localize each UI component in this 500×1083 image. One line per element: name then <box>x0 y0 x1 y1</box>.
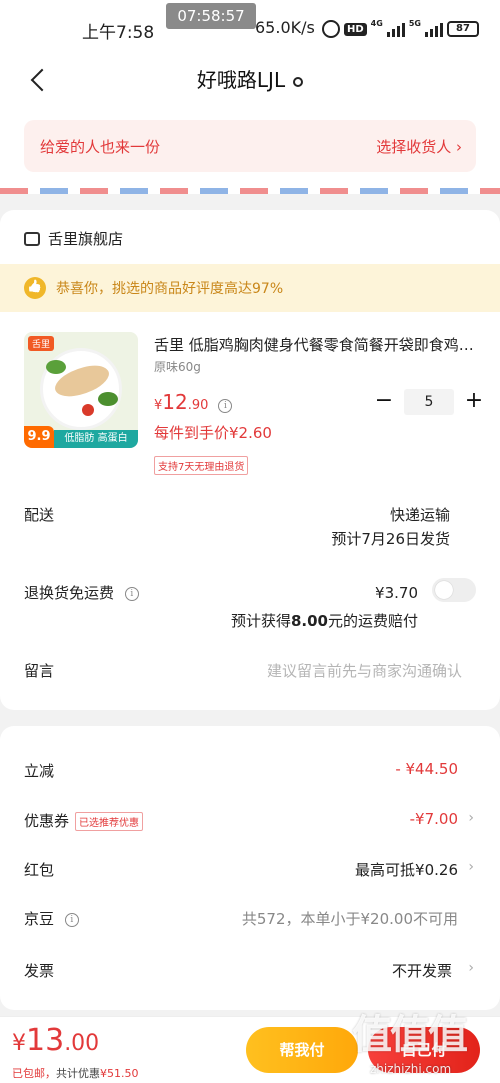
chevron-right-icon[interactable]: › <box>468 859 474 875</box>
coupon-value[interactable]: -¥7.00 <box>410 810 458 828</box>
address-name: 好哦路LJL <box>196 68 286 92</box>
self-pay-button[interactable]: 自己付 <box>368 1027 480 1073</box>
salad-leaf <box>46 360 66 374</box>
jd-bean-text: 京豆 <box>24 910 55 928</box>
unit-price: 每件到手价¥2.60 <box>154 424 272 442</box>
return-shipping-text: 退换货免运费 <box>24 584 115 602</box>
network-type-5g: 5G <box>408 19 421 28</box>
coupon-badge: 已选推荐优惠 <box>75 812 144 831</box>
gift-text: 给爱的人也来一份 <box>40 138 161 156</box>
return-shipping-label: 退换货免运费 i <box>24 582 139 603</box>
hd-icon: HD <box>344 22 367 36</box>
saved-value: ¥51.50 <box>100 1067 139 1080</box>
plus-button[interactable]: + <box>462 388 486 416</box>
help-pay-button[interactable]: 帮我付 <box>246 1027 358 1073</box>
praise-text: 恭喜你，挑选的商品好评度高达97% <box>56 281 284 297</box>
info-icon[interactable]: i <box>124 586 139 601</box>
price-decimal: .90 <box>187 398 209 413</box>
address-title[interactable]: 好哦路LJL <box>0 64 500 93</box>
note-prefix: 预计获得 <box>230 612 291 630</box>
quantity-stepper: − 5 + <box>372 388 486 416</box>
clock-overlay: 07:58:57 <box>166 3 256 29</box>
invoice-label: 发票 <box>24 962 55 980</box>
shop-icon <box>24 231 40 246</box>
jd-bean-label: 京豆 i <box>24 908 79 929</box>
shop-card: 舌里旗舰店 恭喜你，挑选的商品好评度高达97% 舌里 9.9 低脂肪 高蛋白 舌… <box>0 210 500 710</box>
saved-label: 共计优惠 <box>56 1067 100 1080</box>
status-time: 上午7:58 <box>82 23 155 43</box>
shop-name: 舌里旗舰店 <box>48 230 124 248</box>
product-image[interactable]: 舌里 9.9 低脂肪 高蛋白 <box>24 332 138 448</box>
total-currency: ¥ <box>12 1031 26 1056</box>
coupon-label-text: 优惠券 <box>24 812 70 830</box>
location-pin-icon <box>293 76 304 87</box>
return-shipping-note: 预计获得8.00元的运费赔付 <box>231 610 418 631</box>
network-type-4g: 4G <box>370 19 383 28</box>
info-icon[interactable]: i <box>218 398 233 413</box>
delivery-eta: 预计7月26日发货 <box>331 530 450 548</box>
invoice-value[interactable]: 不开发票 <box>392 960 452 981</box>
product-price: ¥12.90 i <box>154 390 233 414</box>
nav-bar: 好哦路LJL <box>0 56 500 106</box>
alarm-icon <box>322 20 340 38</box>
return-shipping-price: ¥3.70 <box>375 584 418 602</box>
instant-discount-label: 立减 <box>24 762 55 780</box>
brand-logo: 舌里 <box>28 336 55 351</box>
image-price-tag: 9.9 <box>24 426 54 448</box>
red-packet-value[interactable]: 最高可抵¥0.26 <box>355 859 458 880</box>
tomato <box>82 404 94 416</box>
praise-banner: 恭喜你，挑选的商品好评度高达97% <box>0 264 500 312</box>
salad-leaf <box>98 392 118 406</box>
jd-bean-value: 共572，本单小于¥20.00不可用 <box>241 910 458 928</box>
note-suffix: 元的运费赔付 <box>327 612 418 630</box>
envelope-stripe <box>0 188 500 194</box>
note-amount: 8.00 <box>290 612 328 630</box>
price-integer: 12 <box>162 390 188 414</box>
bottom-bar: ¥13.00 已包邮，共计优惠¥51.50 帮我付 自己付 <box>0 1016 500 1083</box>
product-spec[interactable]: 原味60g <box>154 358 201 375</box>
chevron-right-icon[interactable]: › <box>468 810 474 826</box>
delivery-method[interactable]: 快递运输 <box>390 504 450 525</box>
total-decimal: .00 <box>64 1031 100 1056</box>
gift-section: 给爱的人也来一份 选择收货人 › <box>0 106 500 192</box>
order-total: ¥13.00 <box>12 1023 99 1058</box>
total-integer: 13 <box>26 1023 65 1058</box>
status-bar: 上午7:58 07:58:57 65.0K/s HD 4G 5G 87 <box>0 0 500 56</box>
savings-summary: 已包邮，共计优惠¥51.50 <box>12 1065 139 1081</box>
shop-header[interactable]: 舌里旗舰店 <box>24 228 123 249</box>
message-input[interactable]: 建议留言前先与商家沟通确认 <box>267 660 462 681</box>
red-packet-label: 红包 <box>24 861 55 879</box>
quantity-input[interactable]: 5 <box>404 389 454 415</box>
message-label: 留言 <box>24 662 55 680</box>
discount-card: 立减 - ¥44.50 优惠券 已选推荐优惠 -¥7.00 › 红包 最高可抵¥0… <box>0 726 500 1010</box>
signal-icon <box>386 21 405 37</box>
net-speed: 65.0K/s <box>255 18 315 37</box>
image-feature-strip: 低脂肪 高蛋白 <box>54 430 138 448</box>
choose-recipient-link[interactable]: 选择收货人 › <box>376 136 462 157</box>
chevron-right-icon[interactable]: › <box>468 960 474 976</box>
delivery-label: 配送 <box>24 506 55 524</box>
free-shipping-text: 已包邮， <box>12 1067 56 1080</box>
minus-button[interactable]: − <box>372 388 396 416</box>
return-policy-badge: 支持7天无理由退货 <box>154 456 249 475</box>
return-shipping-toggle[interactable] <box>432 578 476 602</box>
instant-discount-value: - ¥44.50 <box>395 760 458 778</box>
coupon-label: 优惠券 已选推荐优惠 <box>24 810 144 831</box>
info-icon[interactable]: i <box>64 912 79 927</box>
thumbs-up-icon <box>24 277 46 299</box>
product-name[interactable]: 舌里 低脂鸡胸肉健身代餐零食简餐开袋即食鸡胸肉... <box>154 334 478 355</box>
signal-icon <box>424 21 443 37</box>
status-icons: HD 4G 5G 87 <box>322 19 479 39</box>
gift-banner[interactable]: 给爱的人也来一份 选择收货人 › <box>24 120 476 172</box>
battery-icon: 87 <box>446 21 479 37</box>
